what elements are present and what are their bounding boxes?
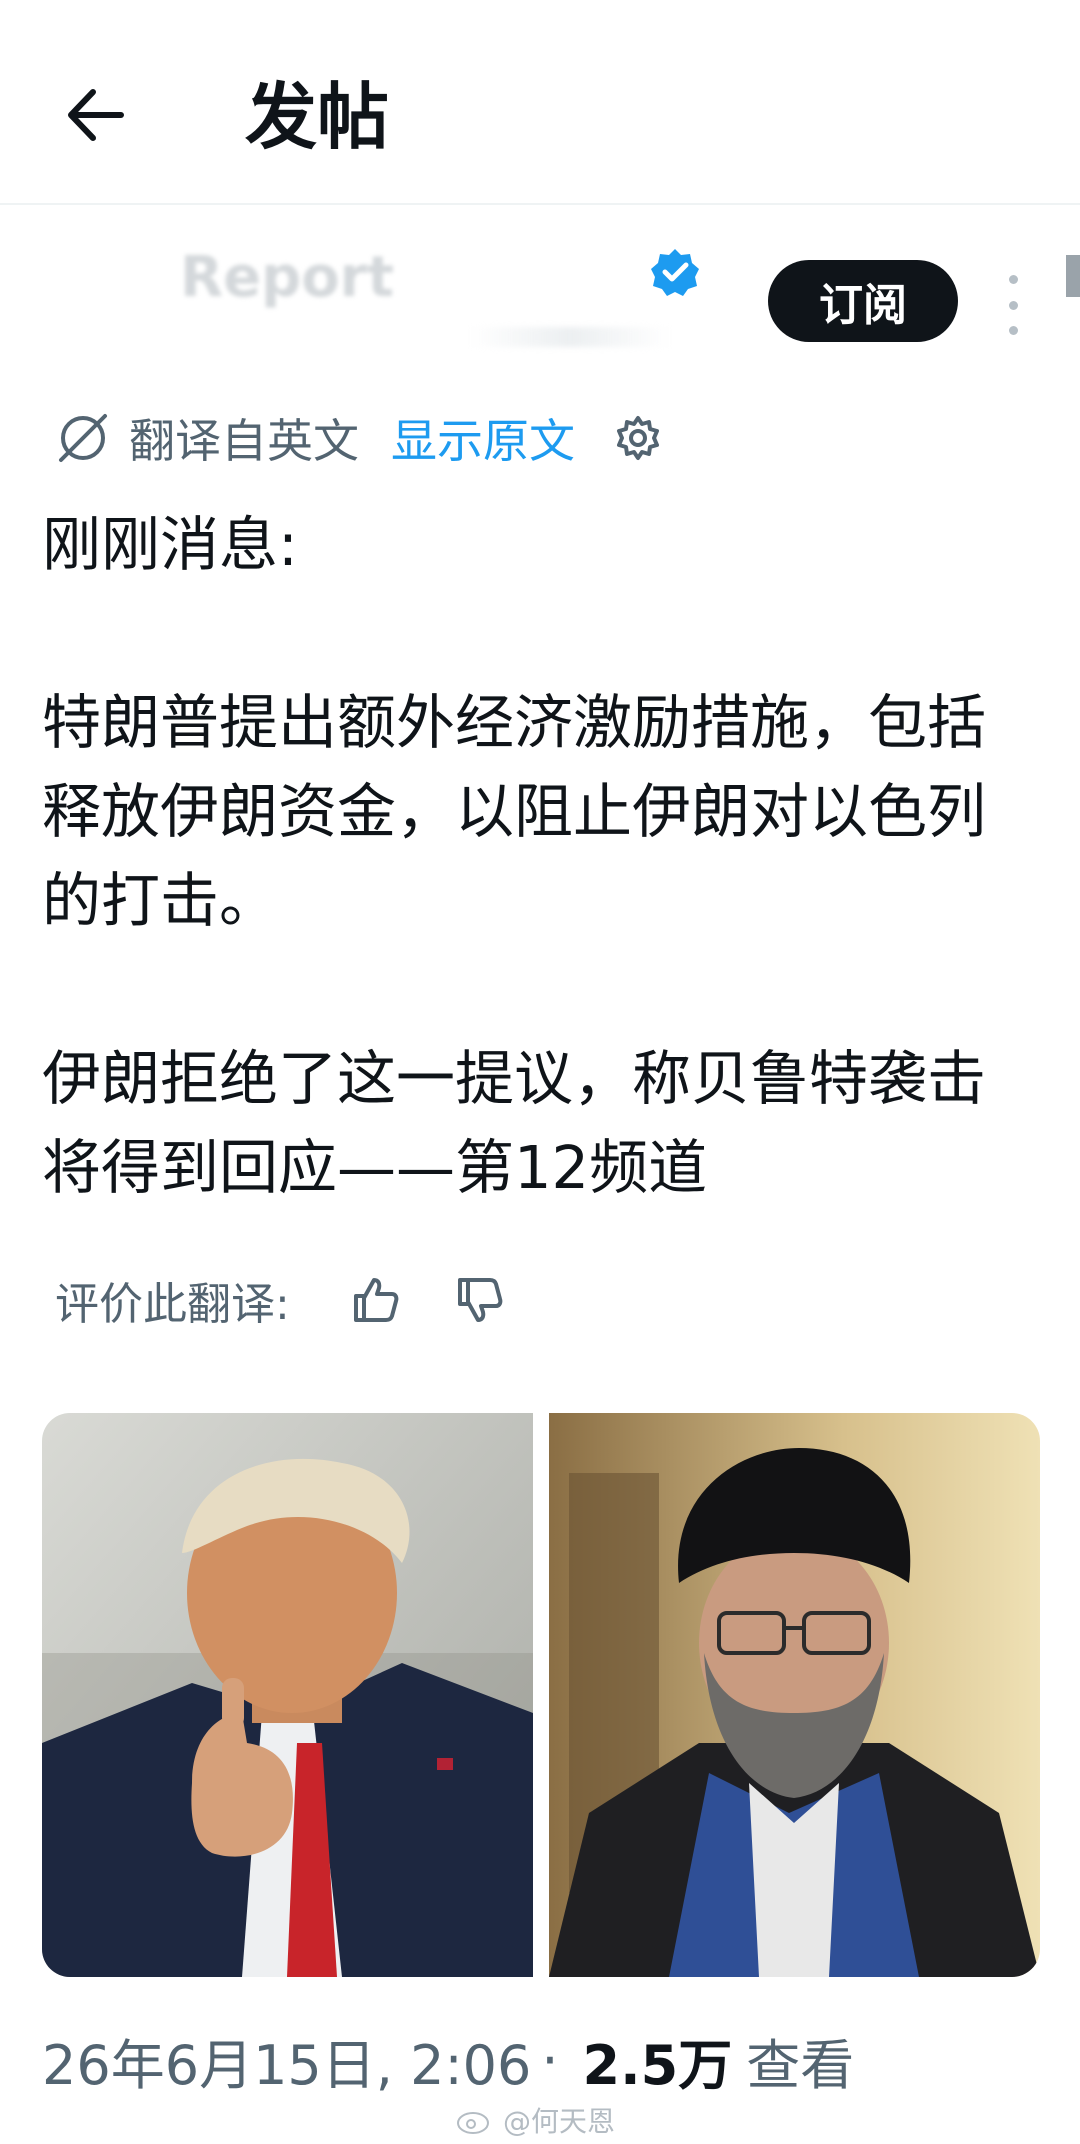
author-name[interactable]: Report — [180, 245, 394, 310]
post-media — [42, 1413, 1040, 1977]
rate-translation: 评价此翻译: — [55, 1265, 506, 1335]
watermark-text: @何天恩 — [503, 2105, 616, 2138]
meta-separator: · — [541, 2028, 559, 2092]
thumbs-down-icon[interactable] — [454, 1274, 506, 1326]
back-button[interactable] — [55, 75, 135, 155]
author-row: Report 订阅 — [0, 235, 1080, 375]
portrait-photo-right — [549, 1413, 1040, 1977]
subscribe-button[interactable]: 订阅 — [768, 260, 958, 342]
post-line: 刚刚消息: — [42, 510, 298, 579]
avatar[interactable] — [40, 265, 150, 335]
verified-badge-icon — [651, 249, 699, 296]
show-original-link[interactable]: 显示原文 — [391, 405, 575, 471]
rate-translation-label: 评价此翻译: — [55, 1279, 290, 1330]
author-handle — [470, 327, 670, 347]
portrait-photo-left — [42, 1413, 533, 1977]
arrow-left-icon — [68, 89, 124, 141]
more-dot-icon — [1008, 275, 1018, 284]
post-text: 刚刚消息: 特朗普提出额外经济激励措施，包括释放伊朗资金，以阻止伊朗对以色列的打… — [42, 500, 1042, 1212]
views-label: 查看 — [746, 2033, 855, 2097]
translate-icon — [59, 414, 107, 462]
weibo-icon — [457, 2112, 489, 2134]
post-timestamp[interactable]: 26年6月15日, 2:06 — [42, 2021, 531, 2100]
photo-right[interactable] — [549, 1413, 1040, 1977]
scrollbar-thumb[interactable] — [1066, 255, 1080, 297]
translated-from-label: 翻译自英文 — [129, 414, 359, 468]
top-bar: 发帖 — [0, 0, 1080, 205]
views-count: 2.5万 — [582, 2033, 733, 2097]
gear-icon[interactable] — [613, 413, 663, 463]
post-meta: 26年6月15日, 2:06 · 2.5万 查看 — [42, 2020, 854, 2100]
translation-bar: 翻译自英文 显示原文 — [55, 408, 663, 468]
post-paragraph: 伊朗拒绝了这一提议，称贝鲁特袭击将得到回应——第12频道 — [42, 1044, 987, 1202]
watermark: @何天恩 — [455, 2100, 615, 2140]
page-title: 发帖 — [245, 75, 390, 159]
photo-left[interactable] — [42, 1413, 533, 1977]
post-paragraph: 特朗普提出额外经济激励措施，包括释放伊朗资金，以阻止伊朗对以色列的打击。 — [42, 688, 987, 935]
thumbs-up-icon[interactable] — [350, 1274, 402, 1326]
more-dot-icon — [1008, 326, 1018, 335]
more-options-button[interactable] — [995, 275, 1031, 335]
more-dot-icon — [1008, 300, 1018, 310]
